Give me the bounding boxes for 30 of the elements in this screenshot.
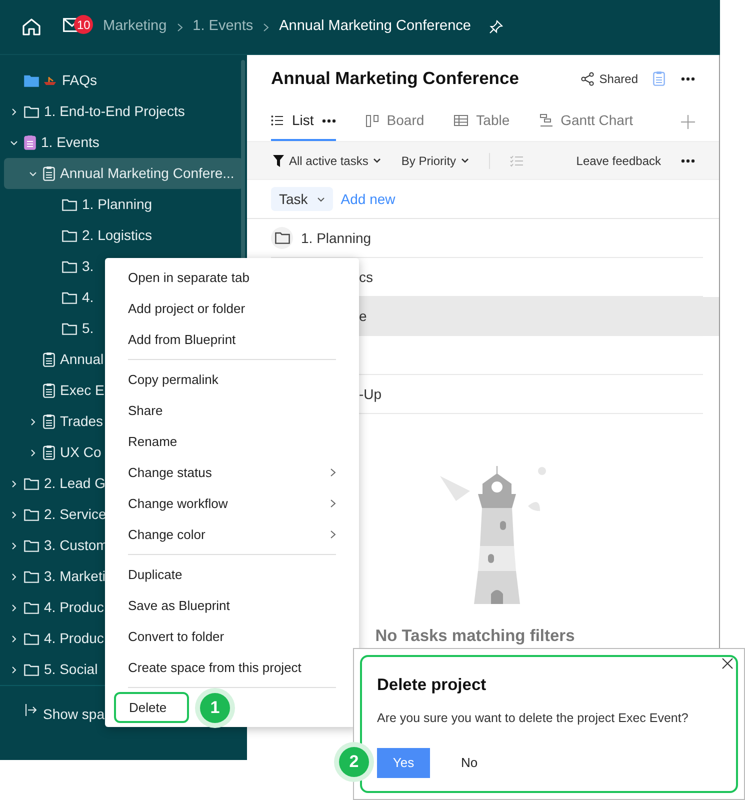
item-label: 4. Produc	[44, 629, 104, 648]
item-label: 3.	[82, 257, 94, 276]
dialog-title: Delete project	[377, 675, 488, 696]
item-label: 4. Produc	[44, 598, 104, 617]
item-label: 1. End-to-End Projects	[44, 102, 185, 121]
item-label: 1. Events	[41, 133, 100, 152]
item-label: Trades	[60, 412, 104, 431]
item-label: 2. Service	[44, 505, 106, 524]
item-label: Annual	[60, 350, 104, 369]
notification-badge: 10	[74, 15, 94, 34]
dialog-message: Are you sure you want to delete the project Exec Event?	[377, 710, 690, 727]
row-label: -Up	[359, 386, 382, 402]
item-label: 5. Social	[44, 660, 98, 679]
step-number: 2	[339, 747, 369, 777]
step-number: 1	[200, 693, 230, 723]
item-label: 1. Planning	[82, 195, 152, 214]
item-label: UX Co	[60, 443, 102, 462]
item-label: 2. Logistics	[82, 226, 152, 245]
item-label: Annual Marketing Confere...	[60, 164, 234, 183]
empty-state-message: No Tasks matching filters	[375, 626, 575, 647]
row-label: e	[359, 308, 367, 324]
project-title: Annual Marketing Conference	[271, 67, 520, 90]
item-label: FAQs	[62, 71, 98, 90]
item-label: 3. Marketi	[44, 567, 106, 586]
item-label: 5.	[82, 319, 94, 338]
item-label: Exec E	[60, 381, 104, 400]
item-label: 4.	[82, 288, 94, 307]
row-label: 1. Planning	[301, 228, 372, 248]
row-label: cs	[359, 268, 373, 284]
item-label: 2. Lead G	[44, 474, 106, 493]
